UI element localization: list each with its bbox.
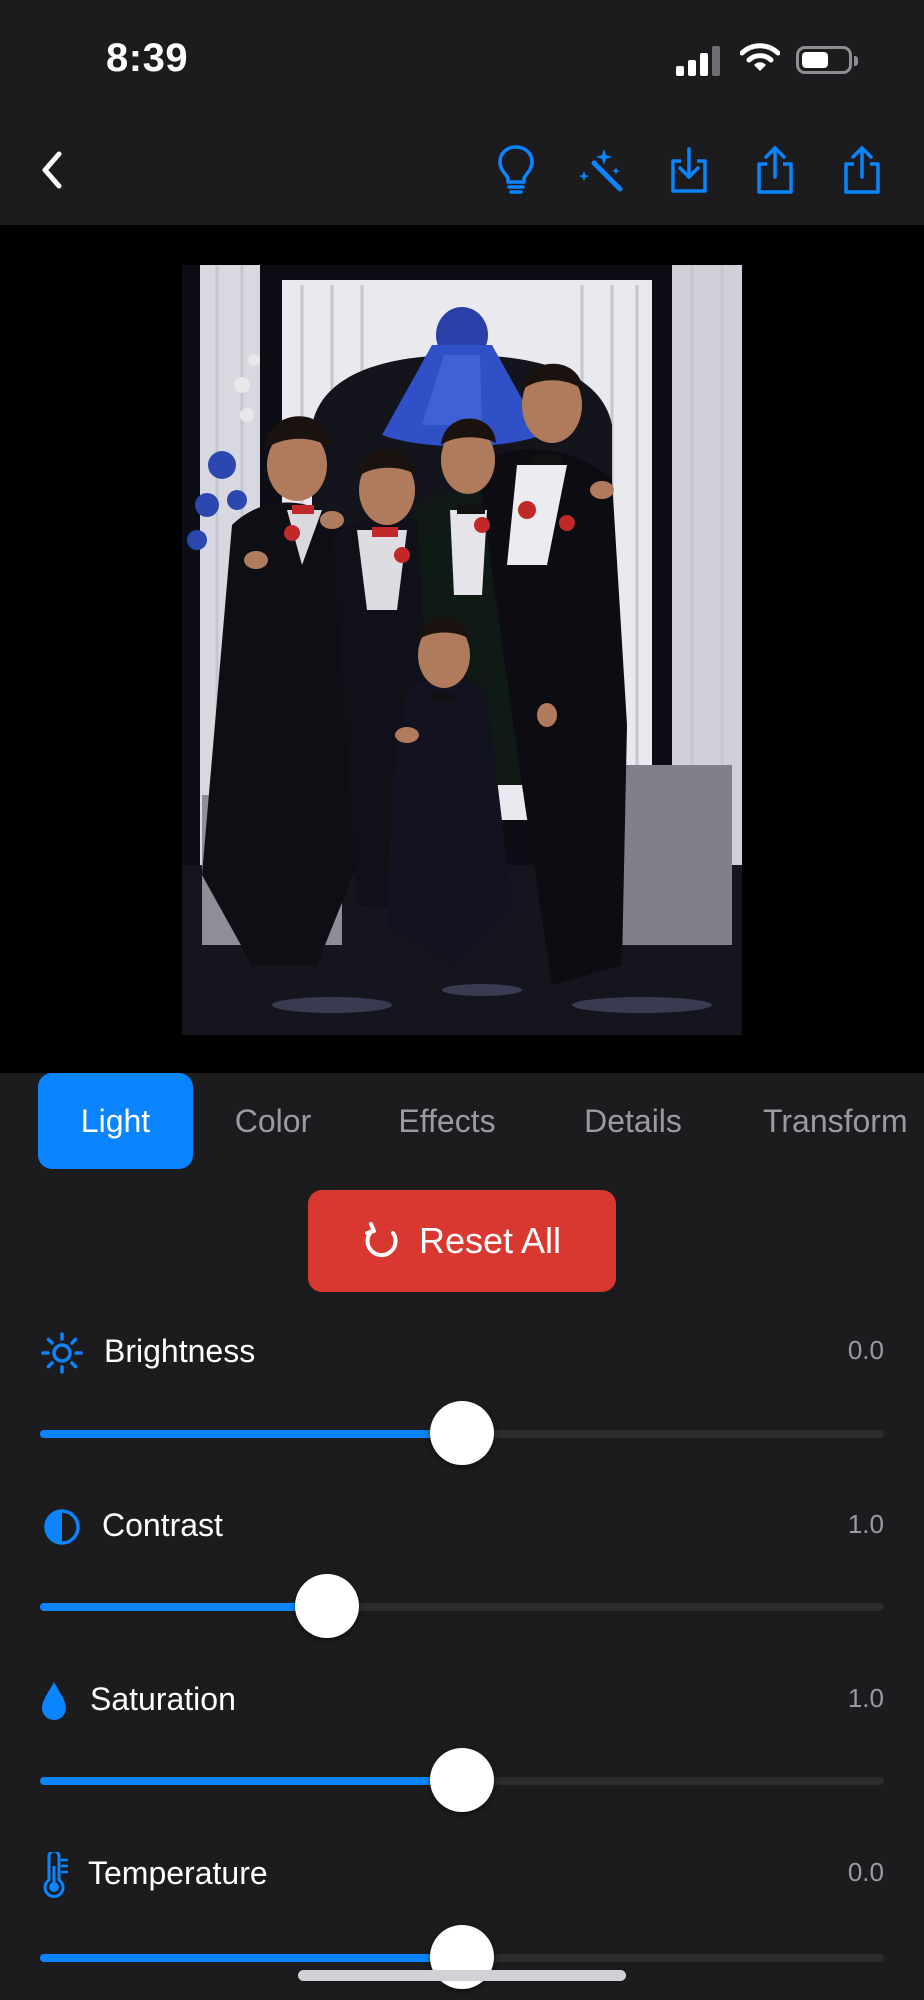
tab-effects[interactable]: Effects xyxy=(372,1073,522,1169)
lightbulb-icon xyxy=(498,145,534,194)
saturation-label: Saturation xyxy=(90,1681,236,1717)
wifi-icon xyxy=(740,43,780,71)
tab-color[interactable]: Color xyxy=(210,1073,336,1169)
brightness-value: 0.0 xyxy=(847,1335,884,1365)
cellular-signal-icon xyxy=(676,46,722,76)
contrast-value: 1.0 xyxy=(847,1509,884,1539)
magic-wand-icon xyxy=(579,149,623,192)
back-button[interactable] xyxy=(22,140,82,200)
share-icon xyxy=(844,146,880,194)
save-button[interactable] xyxy=(659,140,719,200)
status-time: 8:39 xyxy=(106,36,189,80)
saturation-slider[interactable] xyxy=(40,1748,884,1812)
saturation-slider-fill xyxy=(40,1777,462,1785)
edited-photo xyxy=(182,265,742,1035)
brightness-slider-thumb[interactable] xyxy=(430,1401,494,1465)
adjustment-tabs: Light Color Effects Details Transform xyxy=(0,1073,924,1173)
brightness-slider[interactable] xyxy=(40,1401,884,1465)
temperature-slider[interactable] xyxy=(40,1925,884,1989)
toolbar xyxy=(0,120,924,225)
reset-all-button[interactable]: Reset All xyxy=(308,1190,616,1292)
saturation-value: 1.0 xyxy=(847,1683,884,1713)
thermometer-icon xyxy=(40,1852,68,1898)
contrast-slider-thumb[interactable] xyxy=(294,1574,359,1638)
photo-canvas[interactable] xyxy=(0,225,924,1073)
temperature-slider-fill xyxy=(40,1954,462,1962)
chevron-left-icon xyxy=(42,151,62,189)
battery-icon xyxy=(796,46,858,74)
temperature-value: 0.0 xyxy=(847,1857,884,1887)
drop-icon xyxy=(40,1679,68,1723)
share-button-secondary[interactable] xyxy=(832,140,892,200)
temperature-label: Temperature xyxy=(88,1855,268,1891)
brightness-slider-fill xyxy=(40,1430,462,1438)
share-button[interactable] xyxy=(745,140,805,200)
brightness-label: Brightness xyxy=(104,1333,256,1369)
contrast-slider[interactable] xyxy=(40,1574,884,1638)
contrast-slider-fill xyxy=(40,1603,327,1611)
status-bar: 8:39 xyxy=(0,0,924,120)
tips-button[interactable] xyxy=(486,140,546,200)
reset-all-label: Reset All xyxy=(418,1220,562,1261)
download-icon xyxy=(671,147,707,193)
tab-transform[interactable]: Transform xyxy=(745,1073,924,1169)
sun-icon xyxy=(40,1331,84,1375)
tab-light[interactable]: Light xyxy=(38,1073,193,1169)
saturation-slider-thumb[interactable] xyxy=(430,1748,494,1812)
reset-icon xyxy=(364,1222,398,1258)
contrast-label: Contrast xyxy=(102,1507,223,1543)
tab-details[interactable]: Details xyxy=(558,1073,708,1169)
share-icon xyxy=(757,146,793,194)
auto-enhance-button[interactable] xyxy=(571,140,631,200)
home-indicator xyxy=(298,1970,626,1981)
contrast-icon xyxy=(40,1505,84,1549)
